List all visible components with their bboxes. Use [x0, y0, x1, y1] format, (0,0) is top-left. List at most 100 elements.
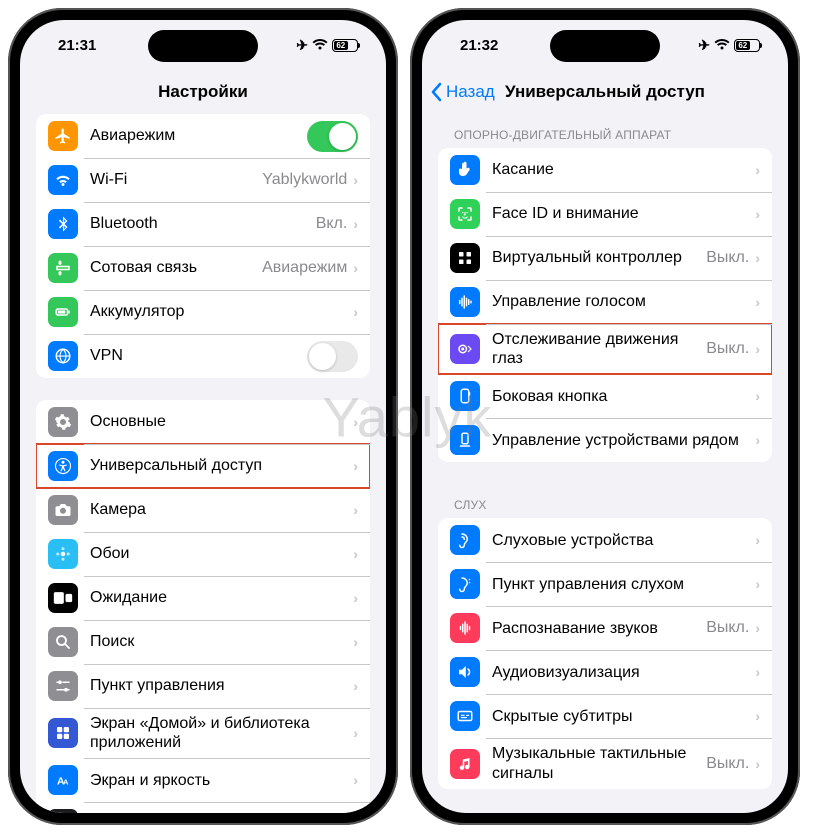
settings-row-vcontroller[interactable]: Виртуальный контроллерВыкл.›: [438, 236, 772, 280]
chevron-right-icon: ›: [755, 206, 760, 222]
row-value: Выкл.: [706, 619, 749, 637]
settings-row-voice[interactable]: Управление голосом›: [438, 280, 772, 324]
battery-icon: 62: [332, 39, 358, 52]
wifi-status-icon: [312, 39, 328, 51]
section-header-hearing: СЛУХ: [422, 484, 788, 518]
row-label: Касание: [492, 160, 755, 179]
chevron-right-icon: ›: [353, 304, 358, 320]
chevron-right-icon: ›: [353, 216, 358, 232]
settings-row-accessibility[interactable]: Универсальный доступ›: [36, 444, 370, 488]
settings-row-wifi[interactable]: Wi-FiYablykworld›: [36, 158, 370, 202]
settings-row-haptic[interactable]: Музыкальные тактильные сигналыВыкл.›: [438, 738, 772, 788]
phone-left: 21:31 ✈ 62 Настройки АвиарежимWi-FiYably…: [8, 8, 398, 825]
row-label: Поиск: [90, 632, 353, 651]
row-label: Face ID и внимание: [492, 204, 755, 223]
section-header-motor: ОПОРНО-ДВИГАТЕЛЬНЫЙ АППАРАТ: [422, 114, 788, 148]
settings-row-cellular[interactable]: Сотовая связьАвиарежим›: [36, 246, 370, 290]
settings-row-nearby[interactable]: Управление устройствами рядом›: [438, 418, 772, 462]
phone-right: 21:32 ✈ 62 Назад Универсальный доступ ОП…: [410, 8, 800, 825]
dynamic-island: [550, 30, 660, 62]
row-label: Музыкальные тактильные сигналы: [492, 744, 706, 782]
settings-row-airplane[interactable]: Авиарежим: [36, 114, 370, 158]
nav-bar: Настройки: [20, 70, 386, 114]
toggle-switch[interactable]: [307, 121, 358, 152]
ear-icon: [450, 525, 480, 555]
gear-icon: [48, 407, 78, 437]
settings-row-ear[interactable]: Слуховые устройства›: [438, 518, 772, 562]
settings-row-home[interactable]: Экран «Домой» и библиотека приложений›: [36, 708, 370, 758]
battery-icon: [48, 297, 78, 327]
group-motor: Касание›Face ID и внимание›Виртуальный к…: [438, 148, 772, 462]
settings-row-control[interactable]: Пункт управления›: [36, 664, 370, 708]
dynamic-island: [148, 30, 258, 62]
chevron-right-icon: ›: [353, 414, 358, 430]
settings-row-bluetooth[interactable]: BluetoothВкл.›: [36, 202, 370, 246]
airplane-status-icon: ✈: [698, 37, 710, 54]
settings-row-gear[interactable]: Основные›: [36, 400, 370, 444]
subtitle-icon: [450, 701, 480, 731]
chevron-right-icon: ›: [755, 532, 760, 548]
row-label: Виртуальный контроллер: [492, 248, 706, 267]
row-value: Вкл.: [316, 215, 348, 233]
faceid-icon: [450, 199, 480, 229]
camera-icon: [48, 495, 78, 525]
settings-row-battery[interactable]: Аккумулятор›: [36, 290, 370, 334]
settings-row-hearingctrl[interactable]: Пункт управления слухом›: [438, 562, 772, 606]
settings-row-subtitle[interactable]: Скрытые субтитры›: [438, 694, 772, 738]
voice-icon: [450, 287, 480, 317]
chevron-right-icon: ›: [353, 634, 358, 650]
audioviz-icon: [450, 657, 480, 687]
settings-row-camera[interactable]: Камера›: [36, 488, 370, 532]
chevron-right-icon: ›: [353, 725, 358, 741]
accessibility-content[interactable]: ОПОРНО-ДВИГАТЕЛЬНЫЙ АППАРАТ Касание›Face…: [422, 114, 788, 813]
battery-icon: 62: [734, 39, 760, 52]
settings-row-touch[interactable]: Касание›: [438, 148, 772, 192]
status-icons: ✈ 62: [296, 37, 358, 54]
chevron-right-icon: ›: [353, 260, 358, 276]
toggle-switch[interactable]: [307, 341, 358, 372]
settings-row-vpn[interactable]: VPN: [36, 334, 370, 378]
row-value: Yablykworld: [262, 171, 347, 189]
svg-text:A: A: [63, 778, 69, 787]
row-value: Выкл.: [706, 340, 749, 358]
row-label: Обои: [90, 544, 353, 563]
search-icon: [48, 627, 78, 657]
settings-row-wallpaper[interactable]: Обои›: [36, 532, 370, 576]
back-button[interactable]: Назад: [430, 82, 495, 102]
row-value: Выкл.: [706, 249, 749, 267]
row-label: Отслеживание движения глаз: [492, 330, 706, 368]
bluetooth-icon: [48, 209, 78, 239]
row-label: Экран «Домой» и библиотека приложений: [90, 714, 353, 752]
status-icons: ✈ 62: [698, 37, 760, 54]
chevron-right-icon: ›: [353, 502, 358, 518]
row-label: Сотовая связь: [90, 258, 262, 277]
row-label: Wi-Fi: [90, 170, 262, 189]
settings-row-eye[interactable]: Отслеживание движения глазВыкл. ›: [438, 324, 772, 374]
chevron-right-icon: ›: [755, 620, 760, 636]
settings-row-audioviz[interactable]: Аудиовизуализация›: [438, 650, 772, 694]
group-general: Основные›Универсальный доступ›Камера›Обо…: [36, 400, 370, 813]
section-header-speech: РЕЧЬ: [422, 811, 788, 813]
sidebutton-icon: [450, 381, 480, 411]
row-label: Слуховые устройства: [492, 531, 755, 550]
row-label: Боковая кнопка: [492, 387, 755, 406]
row-label: Авиарежим: [90, 126, 307, 145]
settings-row-search[interactable]: Поиск›: [36, 620, 370, 664]
siri-icon: [48, 809, 78, 813]
settings-row-sidebutton[interactable]: Боковая кнопка›: [438, 374, 772, 418]
row-label: Основные: [90, 412, 353, 431]
hearingctrl-icon: [450, 569, 480, 599]
chevron-right-icon: ›: [755, 341, 760, 357]
settings-row-faceid[interactable]: Face ID и внимание›: [438, 192, 772, 236]
settings-row-siri[interactable]: Siri›: [36, 802, 370, 813]
settings-row-soundrec[interactable]: Распознавание звуковВыкл.›: [438, 606, 772, 650]
settings-row-standby[interactable]: Ожидание›: [36, 576, 370, 620]
settings-content[interactable]: АвиарежимWi-FiYablykworld›BluetoothВкл.›…: [20, 114, 386, 813]
settings-row-display[interactable]: AAЭкран и яркость›: [36, 758, 370, 802]
screen-right: 21:32 ✈ 62 Назад Универсальный доступ ОП…: [422, 20, 788, 813]
chevron-right-icon: ›: [755, 708, 760, 724]
wallpaper-icon: [48, 539, 78, 569]
row-label: Управление голосом: [492, 292, 755, 311]
chevron-right-icon: ›: [755, 576, 760, 592]
chevron-right-icon: ›: [755, 756, 760, 772]
